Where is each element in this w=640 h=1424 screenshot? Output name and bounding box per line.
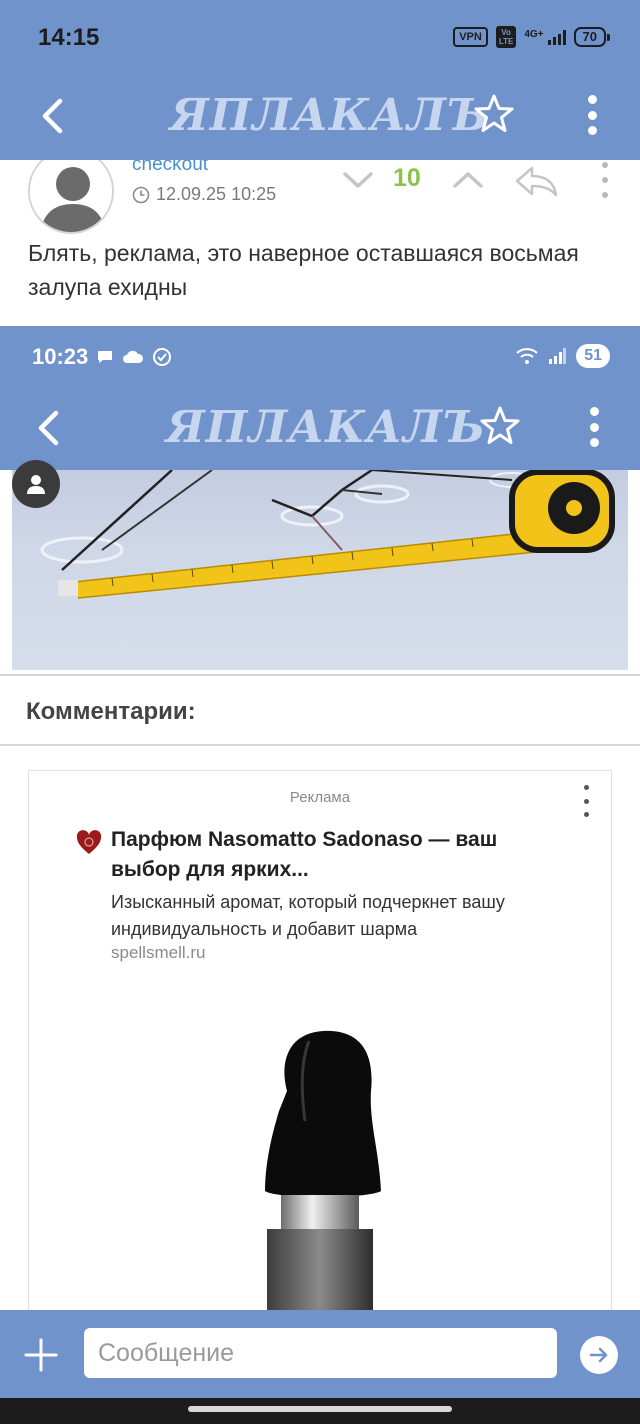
comment-text: Блять, реклама, это наверное оставшаяся … [28,240,579,300]
default-avatar-icon [30,160,112,232]
battery-icon: 70 [573,27,611,47]
app-header: ЯПЛАКАЛЪ [0,76,640,160]
check-circle-icon [153,348,172,366]
embedded-status-time: 10:23 [32,344,172,370]
comment-author[interactable]: checkout [132,160,208,176]
divider [0,674,640,676]
clock-icon [132,186,150,203]
embedded-status-bar: 10:23 51 [0,326,640,390]
divider [0,744,640,746]
ad-card: Реклама Парфюм Nasomatto Sadonaso — ваш … [28,770,612,1310]
comment-timestamp: 12.09.25 10:25 [132,184,276,205]
tape-measure-image [12,470,628,670]
more-vertical-icon [602,162,608,168]
message-input-bar [0,1310,640,1398]
vpn-icon: VPN [453,27,488,47]
star-icon [480,406,520,444]
message-input[interactable] [84,1328,557,1378]
vote-down-button[interactable] [340,166,376,194]
star-icon [474,94,514,132]
author-avatar-button [12,460,60,508]
more-vertical-icon [587,95,597,104]
more-vertical-icon [589,407,599,416]
vote-up-button[interactable] [450,166,486,194]
network-type: 4G+ [524,28,544,40]
reply-icon [515,166,558,197]
status-icons: VPN Vo LTE 4G+ 70 [453,26,611,48]
back-icon [42,98,63,134]
ad-description: Изысканный аромат, который подчеркнет ва… [111,892,505,939]
comment-time-text: 12.09.25 10:25 [156,184,277,204]
ad-title: Парфюм Nasomatto Sadonaso — ваш выбор дл… [111,828,498,881]
embedded-battery-icon: 51 [576,344,610,368]
embedded-status-icons: 51 [516,344,610,368]
ad-heart-favicon-icon [76,830,102,854]
send-button[interactable] [580,1336,618,1374]
more-vertical-icon [583,785,589,790]
tape-measure-illustration [40,470,615,599]
perfume-bottle-image [265,1030,381,1310]
vote-up-icon [453,172,483,188]
volte-icon: Vo LTE [495,26,517,48]
embedded-app-logo: ЯПЛАКАЛЪ [166,402,486,453]
favorite-button[interactable] [472,92,516,136]
chat-icon [98,351,113,363]
app-logo: ЯПЛАКАЛЪ [170,90,490,141]
send-icon [589,1347,608,1363]
status-bar: 14:15 VPN Vo LTE 4G+ 70 [0,0,640,76]
wifi-icon [516,348,538,364]
avatar[interactable] [28,160,114,234]
embedded-app-header: ЯПЛАКАЛЪ [0,390,640,470]
attach-button[interactable] [20,1334,62,1376]
vote-count: 10 [393,164,421,192]
embedded-favorite-button [478,404,522,448]
ad-domain: spellsmell.ru [111,943,206,962]
attached-screenshot[interactable]: 10:23 51 ЯПЛАКАЛЪ Комментарии: Реклама П… [0,326,640,1310]
comment-more-button[interactable] [598,162,612,198]
system-nav-bar [0,1398,640,1424]
vote-down-icon [343,172,373,188]
home-indicator[interactable] [188,1406,452,1412]
embedded-more-button [580,404,608,450]
user-icon [27,475,45,494]
cloud-icon [123,350,144,363]
back-button[interactable] [30,94,74,138]
comment-item: checkout 12.09.25 10:25 10 Блять, реклам… [0,160,640,325]
signal-icon: 4G+ [524,28,566,45]
ad-label: Реклама [289,789,351,806]
ad-more-button [581,785,591,817]
embedded-back-button [26,406,70,450]
back-icon [38,410,59,446]
status-time: 14:15 [38,24,100,51]
more-button[interactable] [578,92,606,138]
plus-icon [24,1338,58,1372]
signal-icon [549,348,567,364]
comments-title: Комментарии: [26,698,196,725]
reply-button[interactable] [512,164,560,198]
